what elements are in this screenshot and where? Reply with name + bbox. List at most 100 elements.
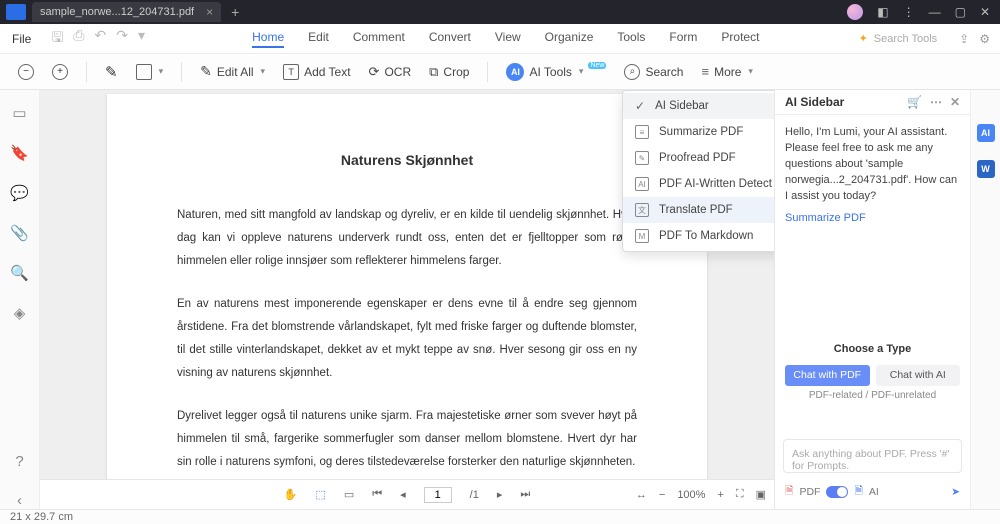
highlighter-icon[interactable]: ✎ (105, 63, 118, 81)
summarize-link[interactable]: Summarize PDF (785, 211, 866, 227)
ai-toggle-label: AI (869, 486, 879, 498)
ocr-tool[interactable]: ⟳OCR (369, 64, 412, 80)
chat-with-pdf-button[interactable]: Chat with PDF (785, 365, 870, 386)
related-unrelated-label: PDF-related / PDF-unrelated (775, 390, 970, 401)
zoom-in-icon[interactable]: + (52, 64, 68, 80)
check-icon: ✓ (635, 99, 645, 113)
app-icon (6, 4, 26, 20)
add-text-tool[interactable]: TAdd Text (283, 64, 350, 80)
menu-edit[interactable]: Edit (308, 30, 329, 48)
menu-convert[interactable]: Convert (429, 30, 471, 48)
ai-sidebar-panel: AI Sidebar 🛒 ⋯ ✕ Hello, I'm Lumi, your A… (774, 90, 970, 509)
save-icon[interactable]: 🖫 (51, 27, 63, 51)
help-icon[interactable]: ? (15, 453, 23, 470)
ask-input[interactable]: Ask anything about PDF. Press '#' for Pr… (783, 439, 962, 473)
crop-tool[interactable]: ⧉Crop (429, 64, 469, 80)
more-sidebar-icon[interactable]: ⋯ (930, 95, 942, 109)
translate-icon: 文 (635, 203, 649, 217)
layers-icon[interactable]: ◈ (14, 304, 26, 322)
dd-ai-sidebar[interactable]: ✓AI Sidebar (623, 93, 774, 119)
close-tab-icon[interactable]: × (206, 5, 213, 19)
pdf-ai-toggle[interactable] (826, 486, 848, 498)
zoom-out-icon[interactable]: − (18, 64, 34, 80)
page-dimensions: 21 x 29.7 cm (10, 511, 73, 523)
shape-tool[interactable]: ▾ (136, 64, 164, 80)
cart-icon[interactable]: 🛒 (907, 95, 922, 109)
close-window-icon[interactable]: ✕ (980, 5, 990, 19)
bookmark-icon[interactable]: 🔖 (10, 144, 29, 162)
prev-page-icon[interactable]: ◂ (400, 488, 406, 501)
ai-greeting: Hello, I'm Lumi, your AI assistant. Plea… (785, 125, 962, 205)
next-page-icon[interactable]: ▸ (497, 488, 503, 501)
kebab-icon[interactable]: ⋮ (903, 5, 915, 19)
menu-form[interactable]: Form (669, 30, 697, 48)
star-icon: ✦ (859, 32, 868, 45)
hand-tool-icon[interactable]: ✋ (284, 488, 298, 501)
last-page-icon[interactable]: ⏭ (520, 488, 530, 501)
titlebar: sample_norwe...12_204731.pdf × + ◧ ⋮ — ▢… (0, 0, 1000, 24)
qat-more-icon[interactable]: ▾ (138, 27, 145, 51)
detect-icon: AI (635, 177, 649, 191)
menu-protect[interactable]: Protect (721, 30, 759, 48)
new-tab-button[interactable]: + (231, 4, 239, 20)
dd-pdf-to-markdown[interactable]: MPDF To Markdown (623, 223, 774, 249)
fullscreen-icon[interactable]: ⛶ (736, 488, 744, 501)
fit-width-icon[interactable]: ↔ (636, 489, 647, 501)
doc-title: Naturens Skjønnhet (177, 152, 637, 168)
statusbar: 21 x 29.7 cm (0, 509, 1000, 524)
search-rail-icon[interactable]: 🔍 (10, 264, 29, 282)
send-icon[interactable]: ➤ (951, 486, 960, 498)
view-mode-icon[interactable]: ▣ (756, 488, 766, 501)
document-viewport[interactable]: Naturens Skjønnhet Naturen, med sitt man… (40, 90, 774, 509)
ai-sidebar-title: AI Sidebar (785, 95, 844, 109)
choose-type-label: Choose a Type (775, 343, 970, 355)
more-button[interactable]: ≡More▾ (701, 64, 752, 79)
panel-icon[interactable]: ◧ (877, 5, 888, 19)
select-tool-icon[interactable]: ⬚ (315, 488, 325, 501)
toolbar: − + ✎ ▾ ✎Edit All▾ TAdd Text ⟳OCR ⧉Crop … (0, 54, 1000, 90)
close-sidebar-icon[interactable]: ✕ (950, 95, 960, 109)
thumbnails-icon[interactable]: ▭ (12, 104, 26, 122)
settings-icon[interactable]: ⚙ (979, 32, 990, 46)
search-button[interactable]: ⌕Search (624, 64, 683, 80)
minimize-icon[interactable]: — (929, 5, 941, 19)
dd-ai-written-detect[interactable]: AIPDF AI-Written Detect (623, 171, 774, 197)
dd-proofread-pdf[interactable]: ✎Proofread PDF (623, 145, 774, 171)
attachment-icon[interactable]: 📎 (10, 224, 29, 242)
cloud-icon[interactable]: ⇪ (959, 32, 969, 46)
dd-translate-pdf[interactable]: 文Translate PDF (623, 197, 774, 223)
avatar[interactable] (847, 4, 863, 20)
page-number-input[interactable] (424, 487, 452, 503)
menu-tools[interactable]: Tools (617, 30, 645, 48)
ai-tools-dropdown: ✓AI Sidebar ≡Summarize PDF ✎Proofread PD… (622, 90, 774, 252)
dd-summarize-pdf[interactable]: ≡Summarize PDF (623, 119, 774, 145)
chat-with-ai-button[interactable]: Chat with AI (876, 365, 961, 386)
ai-rail-icon[interactable]: AI (977, 124, 995, 142)
menu-organize[interactable]: Organize (545, 30, 594, 48)
redo-icon[interactable]: ↷ (116, 27, 128, 51)
zoom-in-footer-icon[interactable]: + (717, 489, 723, 501)
document-tab[interactable]: sample_norwe...12_204731.pdf × (32, 2, 221, 22)
print-icon[interactable]: ⎙ (73, 27, 84, 51)
collapse-rail-icon[interactable]: ‹ (17, 492, 22, 509)
first-page-icon[interactable]: ⏮ (372, 488, 382, 501)
read-mode-icon[interactable]: ▭ (344, 488, 354, 501)
maximize-icon[interactable]: ▢ (955, 5, 966, 19)
word-rail-icon[interactable]: W (977, 160, 995, 178)
edit-all-tool[interactable]: ✎Edit All▾ (200, 63, 265, 80)
far-right-rail: AI W (970, 90, 1000, 509)
proofread-icon: ✎ (635, 151, 649, 165)
search-tools[interactable]: ✦ Search Tools (859, 32, 950, 45)
comment-rail-icon[interactable]: 💬 (10, 184, 29, 202)
ai-tools-button[interactable]: AIAI Tools▾New (506, 63, 606, 81)
menu-home[interactable]: Home (252, 30, 284, 48)
zoom-value[interactable]: 100% (677, 489, 705, 501)
menu-comment[interactable]: Comment (353, 30, 405, 48)
file-menu[interactable]: File (0, 32, 43, 46)
undo-icon[interactable]: ↶ (94, 27, 106, 51)
zoom-out-footer-icon[interactable]: − (659, 489, 665, 501)
menu-view[interactable]: View (495, 30, 521, 48)
page-footer: ✋ ⬚ ▭ ⏮ ◂ /1 ▸ ⏭ ↔ − 100% + ⛶ ▣ (40, 479, 774, 509)
tab-title: sample_norwe...12_204731.pdf (40, 6, 194, 18)
doc-paragraph: Dyrelivet legger også til naturens unike… (177, 405, 637, 474)
